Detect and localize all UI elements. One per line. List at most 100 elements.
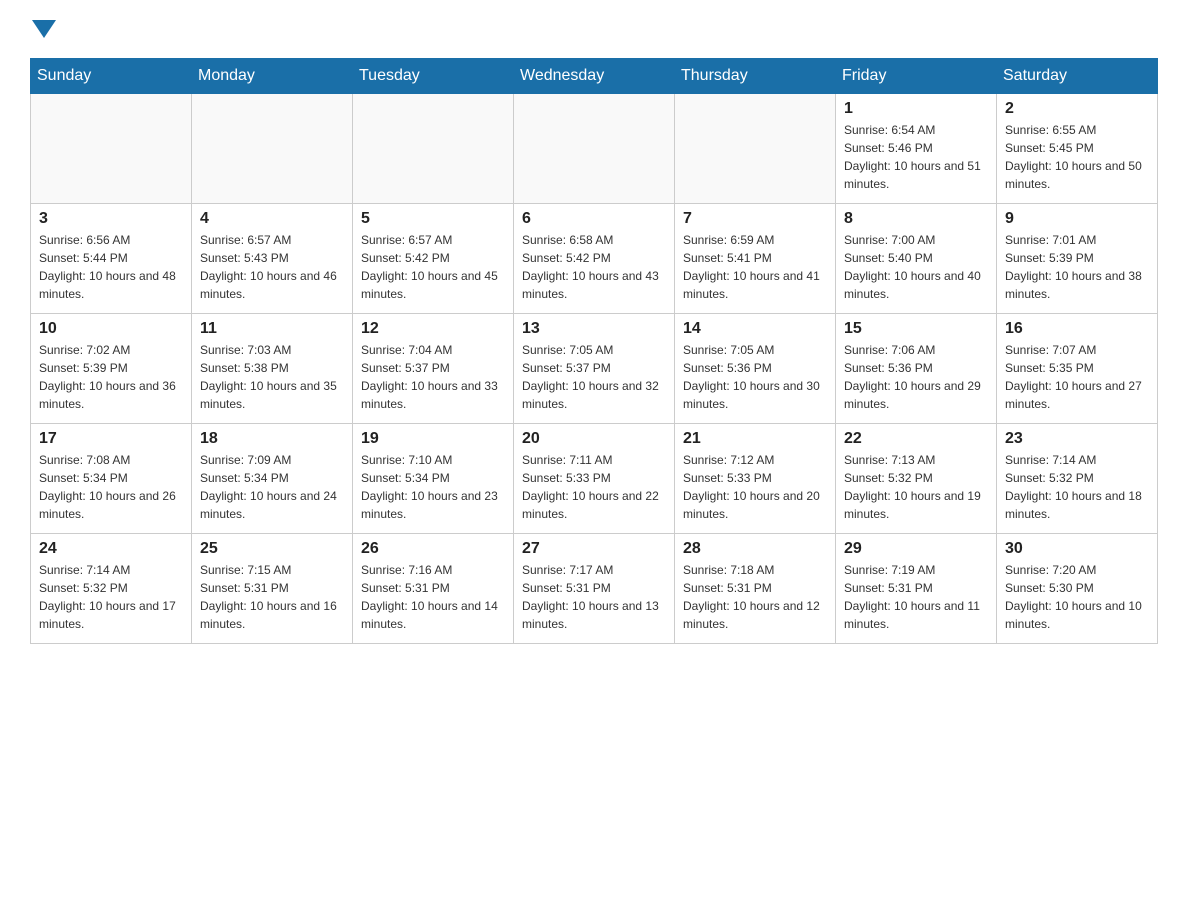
week-row-2: 3 Sunrise: 6:56 AMSunset: 5:44 PMDaylight… [31, 204, 1158, 314]
day-sun-info: Sunrise: 7:20 AMSunset: 5:30 PMDaylight:… [1005, 561, 1149, 633]
day-cell-2-4: 14 Sunrise: 7:05 AMSunset: 5:36 PMDayligh… [675, 314, 836, 424]
day-number: 22 [844, 430, 988, 448]
day-sun-info: Sunrise: 6:55 AMSunset: 5:45 PMDaylight:… [1005, 121, 1149, 193]
day-sun-info: Sunrise: 7:05 AMSunset: 5:37 PMDaylight:… [522, 341, 666, 413]
day-cell-0-5: 1 Sunrise: 6:54 AMSunset: 5:46 PMDaylight… [836, 94, 997, 204]
day-cell-1-6: 9Sunrise: 7:01 AMSunset: 5:39 PMDaylight… [997, 204, 1158, 314]
day-cell-2-0: 10 Sunrise: 7:02 AMSunset: 5:39 PMDayligh… [31, 314, 192, 424]
day-cell-2-6: 16 Sunrise: 7:07 AMSunset: 5:35 PMDayligh… [997, 314, 1158, 424]
day-number: 5 [361, 210, 505, 228]
day-cell-1-2: 5 Sunrise: 6:57 AMSunset: 5:42 PMDaylight… [353, 204, 514, 314]
day-cell-3-0: 17Sunrise: 7:08 AMSunset: 5:34 PMDayligh… [31, 424, 192, 534]
day-number: 2 [1005, 100, 1149, 118]
day-sun-info: Sunrise: 7:17 AMSunset: 5:31 PMDaylight:… [522, 561, 666, 633]
day-number: 25 [200, 540, 344, 558]
day-cell-3-3: 20 Sunrise: 7:11 AMSunset: 5:33 PMDayligh… [514, 424, 675, 534]
week-row-1: 1 Sunrise: 6:54 AMSunset: 5:46 PMDaylight… [31, 94, 1158, 204]
day-cell-1-3: 6 Sunrise: 6:58 AMSunset: 5:42 PMDaylight… [514, 204, 675, 314]
day-cell-3-2: 19 Sunrise: 7:10 AMSunset: 5:34 PMDayligh… [353, 424, 514, 534]
day-cell-0-6: 2 Sunrise: 6:55 AMSunset: 5:45 PMDaylight… [997, 94, 1158, 204]
day-sun-info: Sunrise: 7:00 AMSunset: 5:40 PMDaylight:… [844, 231, 988, 303]
day-sun-info: Sunrise: 6:59 AMSunset: 5:41 PMDaylight:… [683, 231, 827, 303]
day-sun-info: Sunrise: 7:07 AMSunset: 5:35 PMDaylight:… [1005, 341, 1149, 413]
day-cell-4-5: 29 Sunrise: 7:19 AMSunset: 5:31 PMDayligh… [836, 534, 997, 644]
day-number: 7 [683, 210, 827, 228]
week-row-5: 24 Sunrise: 7:14 AMSunset: 5:32 PMDayligh… [31, 534, 1158, 644]
day-sun-info: Sunrise: 7:15 AMSunset: 5:31 PMDaylight:… [200, 561, 344, 633]
day-cell-2-1: 11Sunrise: 7:03 AMSunset: 5:38 PMDayligh… [192, 314, 353, 424]
day-number: 21 [683, 430, 827, 448]
day-number: 16 [1005, 320, 1149, 338]
day-sun-info: Sunrise: 6:56 AMSunset: 5:44 PMDaylight:… [39, 231, 183, 303]
day-sun-info: Sunrise: 7:10 AMSunset: 5:34 PMDaylight:… [361, 451, 505, 523]
day-sun-info: Sunrise: 7:14 AMSunset: 5:32 PMDaylight:… [39, 561, 183, 633]
day-number: 13 [522, 320, 666, 338]
day-sun-info: Sunrise: 6:57 AMSunset: 5:42 PMDaylight:… [361, 231, 505, 303]
day-cell-0-1 [192, 94, 353, 204]
day-sun-info: Sunrise: 7:19 AMSunset: 5:31 PMDaylight:… [844, 561, 988, 633]
day-cell-1-5: 8 Sunrise: 7:00 AMSunset: 5:40 PMDaylight… [836, 204, 997, 314]
calendar-header-row: Sunday Monday Tuesday Wednesday Thursday… [31, 59, 1158, 94]
day-sun-info: Sunrise: 7:06 AMSunset: 5:36 PMDaylight:… [844, 341, 988, 413]
day-sun-info: Sunrise: 7:12 AMSunset: 5:33 PMDaylight:… [683, 451, 827, 523]
day-cell-4-3: 27 Sunrise: 7:17 AMSunset: 5:31 PMDayligh… [514, 534, 675, 644]
day-number: 20 [522, 430, 666, 448]
day-cell-0-3 [514, 94, 675, 204]
day-number: 19 [361, 430, 505, 448]
day-cell-3-4: 21 Sunrise: 7:12 AMSunset: 5:33 PMDayligh… [675, 424, 836, 534]
day-number: 6 [522, 210, 666, 228]
header-saturday: Saturday [997, 59, 1158, 94]
day-number: 15 [844, 320, 988, 338]
day-number: 24 [39, 540, 183, 558]
header-sunday: Sunday [31, 59, 192, 94]
header-wednesday: Wednesday [514, 59, 675, 94]
calendar-table: Sunday Monday Tuesday Wednesday Thursday… [30, 58, 1158, 644]
day-sun-info: Sunrise: 7:08 AMSunset: 5:34 PMDaylight:… [39, 451, 183, 523]
day-number: 28 [683, 540, 827, 558]
day-cell-4-4: 28Sunrise: 7:18 AMSunset: 5:31 PMDayligh… [675, 534, 836, 644]
header-monday: Monday [192, 59, 353, 94]
day-sun-info: Sunrise: 7:16 AMSunset: 5:31 PMDaylight:… [361, 561, 505, 633]
day-cell-1-4: 7 Sunrise: 6:59 AMSunset: 5:41 PMDaylight… [675, 204, 836, 314]
day-sun-info: Sunrise: 7:11 AMSunset: 5:33 PMDaylight:… [522, 451, 666, 523]
day-number: 30 [1005, 540, 1149, 558]
day-cell-1-1: 4 Sunrise: 6:57 AMSunset: 5:43 PMDaylight… [192, 204, 353, 314]
week-row-3: 10 Sunrise: 7:02 AMSunset: 5:39 PMDayligh… [31, 314, 1158, 424]
day-cell-4-6: 30 Sunrise: 7:20 AMSunset: 5:30 PMDayligh… [997, 534, 1158, 644]
day-cell-0-4 [675, 94, 836, 204]
day-sun-info: Sunrise: 7:04 AMSunset: 5:37 PMDaylight:… [361, 341, 505, 413]
day-number: 10 [39, 320, 183, 338]
day-number: 3 [39, 210, 183, 228]
day-cell-4-0: 24 Sunrise: 7:14 AMSunset: 5:32 PMDayligh… [31, 534, 192, 644]
day-number: 18 [200, 430, 344, 448]
day-cell-2-2: 12 Sunrise: 7:04 AMSunset: 5:37 PMDayligh… [353, 314, 514, 424]
day-cell-2-3: 13 Sunrise: 7:05 AMSunset: 5:37 PMDayligh… [514, 314, 675, 424]
day-number: 29 [844, 540, 988, 558]
page-header [30, 20, 1158, 38]
header-tuesday: Tuesday [353, 59, 514, 94]
day-number: 4 [200, 210, 344, 228]
day-number: 26 [361, 540, 505, 558]
day-sun-info: Sunrise: 6:54 AMSunset: 5:46 PMDaylight:… [844, 121, 988, 193]
day-number: 12 [361, 320, 505, 338]
day-sun-info: Sunrise: 7:09 AMSunset: 5:34 PMDaylight:… [200, 451, 344, 523]
day-number: 9 [1005, 210, 1149, 228]
day-cell-3-5: 22 Sunrise: 7:13 AMSunset: 5:32 PMDayligh… [836, 424, 997, 534]
day-number: 1 [844, 100, 988, 118]
day-cell-2-5: 15 Sunrise: 7:06 AMSunset: 5:36 PMDayligh… [836, 314, 997, 424]
day-sun-info: Sunrise: 6:57 AMSunset: 5:43 PMDaylight:… [200, 231, 344, 303]
day-number: 27 [522, 540, 666, 558]
day-sun-info: Sunrise: 7:02 AMSunset: 5:39 PMDaylight:… [39, 341, 183, 413]
day-number: 14 [683, 320, 827, 338]
day-sun-info: Sunrise: 7:05 AMSunset: 5:36 PMDaylight:… [683, 341, 827, 413]
day-sun-info: Sunrise: 6:58 AMSunset: 5:42 PMDaylight:… [522, 231, 666, 303]
day-cell-3-1: 18 Sunrise: 7:09 AMSunset: 5:34 PMDayligh… [192, 424, 353, 534]
day-sun-info: Sunrise: 7:14 AMSunset: 5:32 PMDaylight:… [1005, 451, 1149, 523]
day-cell-4-1: 25 Sunrise: 7:15 AMSunset: 5:31 PMDayligh… [192, 534, 353, 644]
day-number: 8 [844, 210, 988, 228]
day-number: 23 [1005, 430, 1149, 448]
day-cell-0-0 [31, 94, 192, 204]
header-thursday: Thursday [675, 59, 836, 94]
day-sun-info: Sunrise: 7:13 AMSunset: 5:32 PMDaylight:… [844, 451, 988, 523]
day-cell-1-0: 3 Sunrise: 6:56 AMSunset: 5:44 PMDaylight… [31, 204, 192, 314]
